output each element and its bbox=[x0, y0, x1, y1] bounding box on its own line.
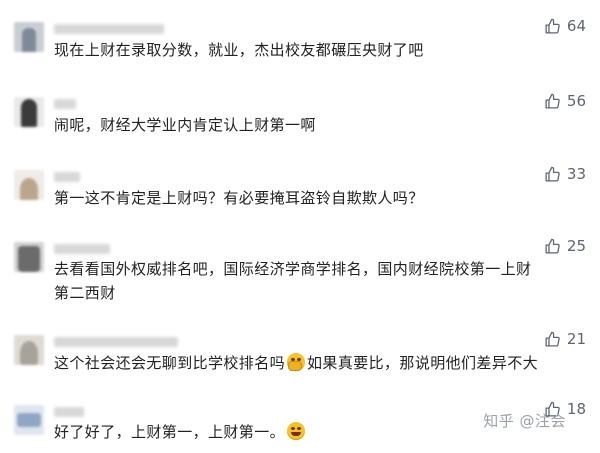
thumbs-up-icon bbox=[545, 238, 560, 254]
like-count: 25 bbox=[566, 237, 586, 255]
comment-text: 闹呢，财经大学业内肯定认上财第一啊 bbox=[54, 116, 316, 134]
thumbs-up-icon bbox=[545, 166, 560, 182]
thumbs-up-icon bbox=[545, 331, 560, 347]
comment-text: 去看看国外权威排名吧，国际经济学商学排名，国内财经院校第一上财 第二西财 bbox=[54, 260, 532, 302]
like-button[interactable]: 25 bbox=[544, 237, 586, 255]
comment-text: 第一这不肯定是上财吗？有必要掩耳盗铃自欺欺人吗？ bbox=[54, 189, 424, 207]
username-blurred[interactable] bbox=[54, 172, 80, 182]
comment-text-part: 这个社会还会无聊到比学校排名吗 bbox=[54, 354, 286, 372]
watermark: 知乎 @注会 bbox=[483, 412, 566, 430]
username-blurred[interactable] bbox=[54, 244, 110, 254]
thumbs-up-icon bbox=[545, 18, 560, 34]
comment-text-part: 好了好了，上财第一，上财第一。 bbox=[54, 423, 286, 441]
like-button[interactable]: 56 bbox=[544, 92, 586, 110]
like-button[interactable]: 21 bbox=[544, 330, 586, 348]
grinning-emoji bbox=[287, 422, 306, 440]
avatar[interactable] bbox=[14, 335, 44, 365]
laughing-covering-face-emoji bbox=[287, 353, 306, 371]
like-count: 18 bbox=[566, 400, 586, 418]
like-count: 33 bbox=[566, 165, 586, 183]
like-count: 56 bbox=[566, 92, 586, 110]
username-blurred[interactable] bbox=[54, 99, 76, 109]
comment-text: 这个社会还会无聊到比学校排名吗 如果真要比，那说明他们差异不大 bbox=[54, 351, 584, 375]
like-count: 64 bbox=[566, 17, 586, 35]
comment-text-part: 如果真要比，那说明他们差异不大 bbox=[307, 354, 539, 372]
username-blurred[interactable] bbox=[54, 337, 178, 347]
like-count: 21 bbox=[566, 330, 586, 348]
avatar[interactable] bbox=[14, 22, 44, 52]
avatar[interactable] bbox=[14, 97, 44, 127]
comment-text: 现在上财在录取分数，就业，杰出校友都碾压央财了吧 bbox=[54, 41, 424, 59]
username-blurred[interactable] bbox=[54, 407, 84, 417]
like-button[interactable]: 33 bbox=[544, 165, 586, 183]
username-blurred[interactable] bbox=[54, 24, 164, 34]
avatar[interactable] bbox=[14, 170, 44, 200]
avatar[interactable] bbox=[14, 405, 44, 435]
avatar[interactable] bbox=[14, 242, 44, 272]
thumbs-up-icon bbox=[545, 93, 560, 109]
like-button[interactable]: 64 bbox=[544, 17, 586, 35]
